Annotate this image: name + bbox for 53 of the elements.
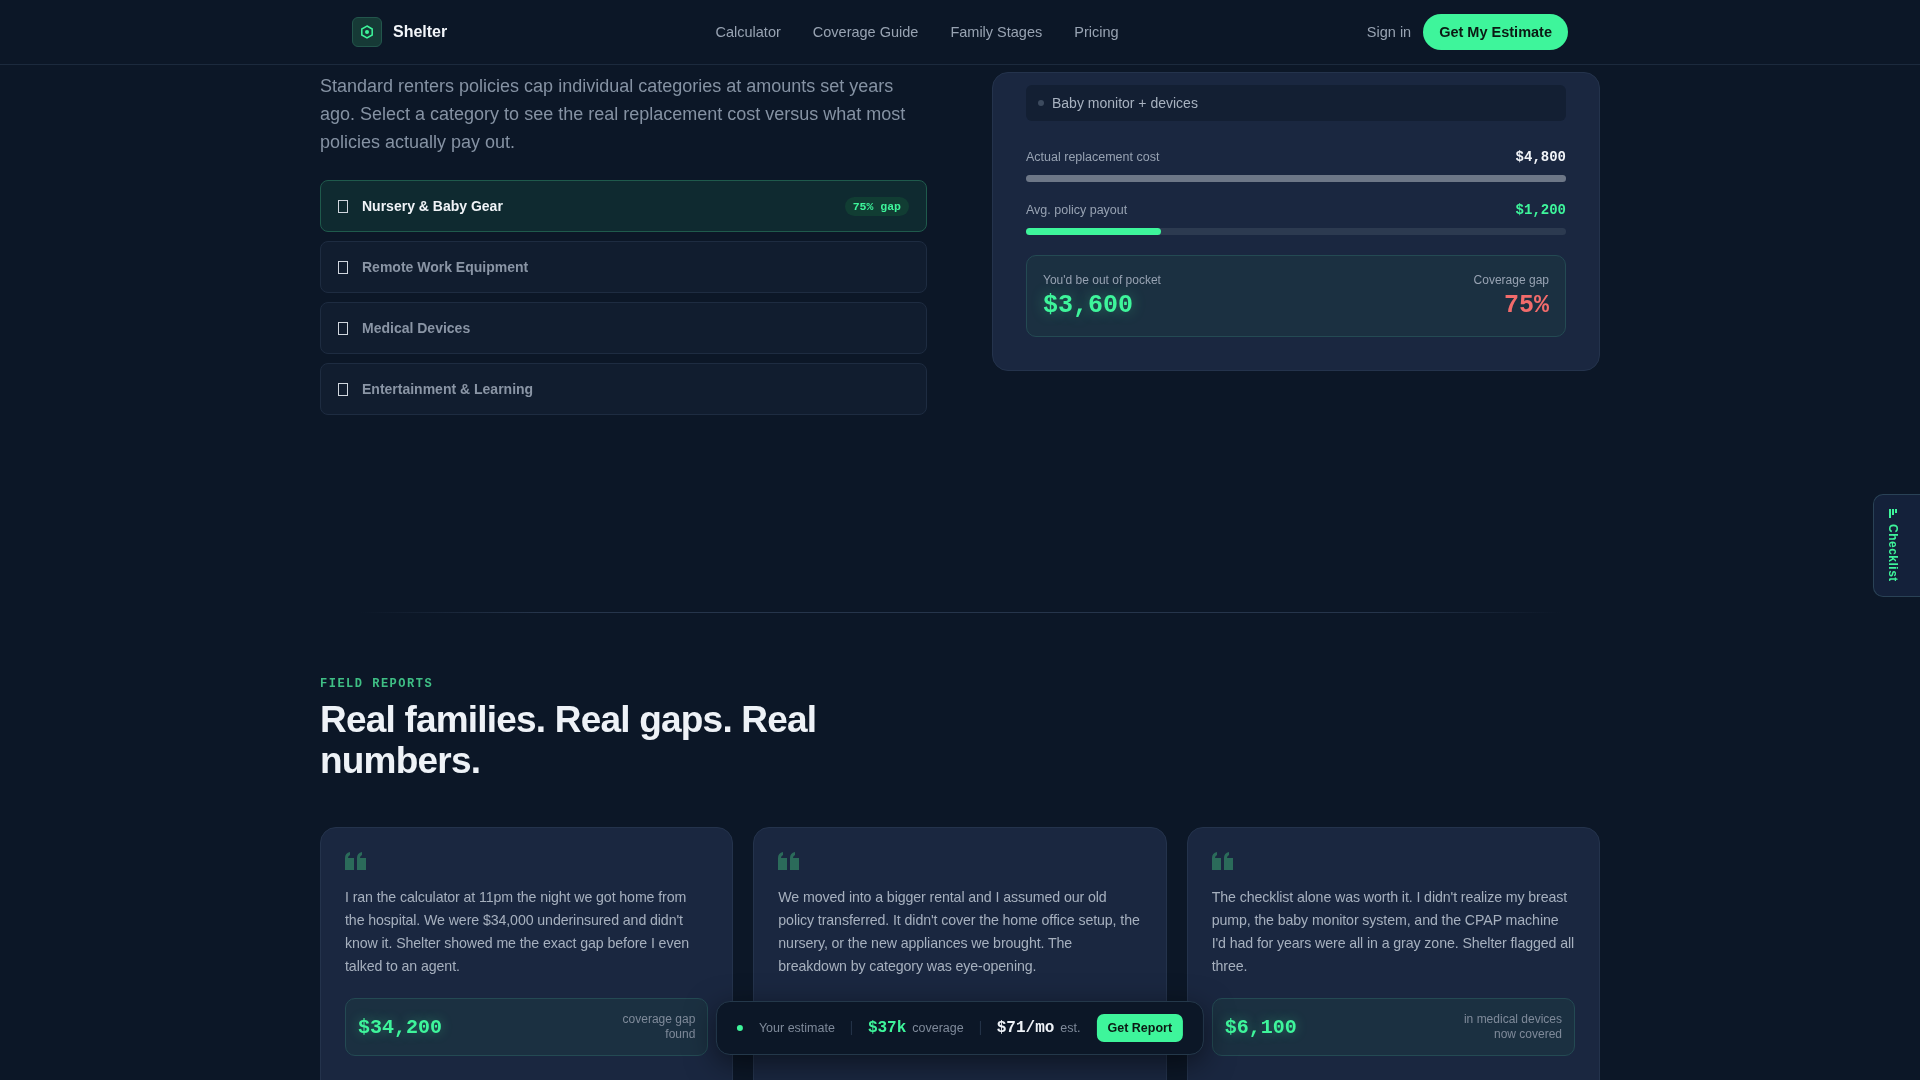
nav-link[interactable]: Calculator [715, 24, 781, 40]
monthly-value: $71/mo [996, 1019, 1055, 1037]
coverage-value: $37k [867, 1019, 907, 1037]
category-option[interactable]: Entertainment & Learning [320, 363, 927, 415]
gap-badge: 75% gap [844, 196, 909, 216]
bar-label: Actual replacement cost [1026, 150, 1160, 164]
stat-label: in medical devices now covered [1462, 1012, 1562, 1042]
amount-value: $1,200 [1515, 202, 1566, 218]
stat-value: $6,100 [1224, 1015, 1297, 1039]
stat-value: $34,200 [358, 1015, 442, 1039]
category-label: Medical Devices [362, 320, 471, 336]
checkbox-icon [338, 260, 348, 274]
bar-label: Avg. policy payout [1026, 203, 1128, 217]
out-of-pocket-amount: $3,600 [1043, 291, 1134, 320]
quote-icon [1211, 852, 1234, 870]
quote-icon [345, 852, 367, 870]
testimonial-quote: I ran the calculator at 11pm the night we got home from the hospital. We were $34,000 underinsured and didn't know it. Shelter showed me the exact gap before I even talked to an agent. [345, 888, 690, 976]
testimonial-quote: The checklist alone was worth it. I didn't realize my breast pump, the baby monitor system, and the CPAP machine I'd had for years were all in a gray zone. Shelter flagged all three. [1211, 888, 1575, 976]
estimate-label: Your estimate [758, 1021, 835, 1035]
checkbox-icon [338, 199, 348, 213]
category-label: Entertainment & Learning [362, 381, 534, 397]
checkbox-icon [338, 382, 348, 396]
amount-value: $4,800 [1515, 149, 1566, 165]
stat-label: coverage gap found [621, 1012, 696, 1042]
section-heading: Real families. Real gaps. Real numbers. [320, 699, 818, 781]
category-label: Nursery & Baby Gear [362, 198, 503, 214]
get-report-button[interactable]: Get Report [1096, 1014, 1184, 1042]
gap-percent: 75% [1503, 291, 1549, 320]
nav-link[interactable]: Coverage Guide [812, 24, 919, 40]
checkbox-icon [338, 321, 348, 335]
checklist-tab[interactable]: Checklist [1873, 494, 1920, 597]
brand-name[interactable]: Shelter [393, 23, 448, 41]
monthly-label: est. [1060, 1021, 1081, 1035]
get-estimate-button[interactable]: Get My Estimate [1423, 14, 1568, 50]
testimonial-quote: We moved into a bigger rental and I assumed our old policy transferred. It didn't cover the home office setup, the nursery, or the new appliances we brought. The breakdown by category was eye-opening. [778, 888, 1141, 976]
category-option[interactable]: Nursery & Baby Gear 75% gap [320, 180, 927, 232]
summary-label: Coverage gap [1473, 273, 1549, 287]
item-label: Baby monitor + devices [1052, 95, 1198, 111]
nav-link[interactable]: Pricing [1074, 24, 1119, 40]
nav-link[interactable]: Family Stages [950, 24, 1043, 40]
category-option[interactable]: Medical Devices [320, 302, 927, 354]
list-icon [1889, 509, 1897, 518]
category-label: Remote Work Equipment [362, 259, 529, 275]
sign-in-link[interactable]: Sign in [1366, 24, 1412, 40]
coverage-label: coverage [912, 1021, 964, 1035]
quote-icon [778, 852, 801, 870]
category-option[interactable]: Remote Work Equipment [320, 241, 927, 293]
bullet-icon [1038, 100, 1044, 106]
summary-label: You'd be out of pocket [1043, 273, 1161, 287]
intro-paragraph: Standard renters policies cap individual categories at amounts set years ago. Select a category to see the real replacement cost versus what most policies actually pay out. [320, 75, 907, 154]
logo-icon [352, 17, 382, 47]
status-dot-icon [736, 1025, 743, 1031]
section-eyebrow: FIELD REPORTS [320, 677, 435, 691]
